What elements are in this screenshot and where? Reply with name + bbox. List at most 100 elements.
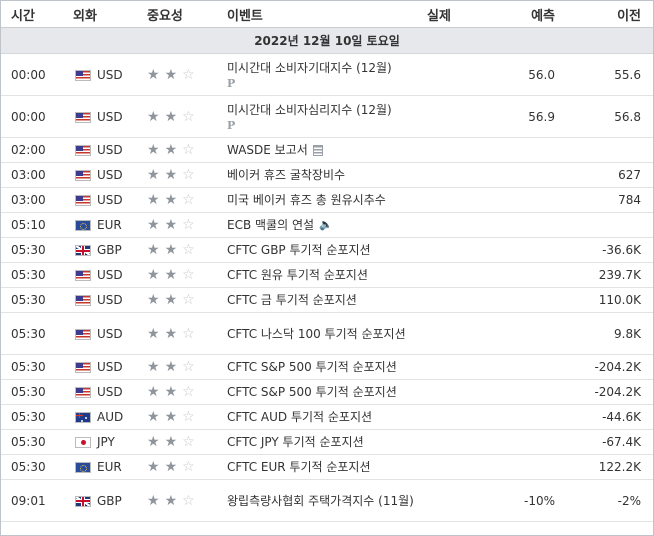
event-link[interactable]: WASDE 보고서	[227, 143, 308, 157]
event-time: 05:10	[1, 212, 67, 238]
event-name[interactable]: CFTC 금 투기적 순포지션	[221, 287, 427, 313]
event-link[interactable]: CFTC 나스닥 100 투기적 순포지션	[227, 327, 406, 341]
event-name[interactable]: CFTC 나스닥 100 투기적 순포지션	[221, 312, 427, 355]
flag-au-icon	[75, 412, 91, 423]
previous-value: 110.0K	[563, 287, 653, 313]
currency-code: USD	[97, 360, 123, 374]
table-row[interactable]: 05:30 EUR ★ ★ ☆ CFTC EUR 투기적 순포지션 122.2K	[1, 454, 653, 480]
currency-code: USD	[97, 143, 123, 157]
header-row: 시간 외화 중요성 이벤트 실제 예측 이전	[1, 1, 653, 28]
previous-value: -67.4K	[563, 429, 653, 455]
flag-us-icon	[75, 145, 91, 156]
event-link[interactable]: CFTC S&P 500 투기적 순포지션	[227, 360, 397, 374]
header-forecast[interactable]: 예측	[487, 1, 563, 28]
event-link[interactable]: CFTC 금 투기적 순포지션	[227, 293, 357, 307]
event-link[interactable]: 미시간대 소비자기대지수 (12월)	[227, 61, 392, 75]
table-row[interactable]: 05:30 USD ★ ★ ☆ CFTC 금 투기적 순포지션 110.0K	[1, 287, 653, 313]
event-name[interactable]: CFTC AUD 투기적 순포지션	[221, 404, 427, 430]
currency-cell: USD	[67, 137, 133, 163]
forecast-value	[487, 379, 563, 405]
event-name[interactable]: 왕립측량사협회 주택가격지수 (11월)	[221, 479, 427, 522]
event-time: 05:30	[1, 429, 67, 455]
event-name[interactable]: CFTC S&P 500 투기적 순포지션	[221, 354, 427, 380]
event-link[interactable]: CFTC JPY 투기적 순포지션	[227, 435, 364, 449]
event-link[interactable]: 미시간대 소비자심리지수 (12월)	[227, 103, 392, 117]
header-event[interactable]: 이벤트	[221, 1, 427, 28]
star-filled-icon: ★	[147, 384, 160, 400]
forecast-value: 56.9	[487, 95, 563, 138]
table-row[interactable]: 05:10 EUR ★ ★ ☆ ECB 맥쿨의 연설 🔈	[1, 212, 653, 238]
event-name[interactable]: 베이커 휴즈 굴착장비수	[221, 162, 427, 188]
event-link[interactable]: ECB 맥쿨의 연설	[227, 218, 314, 232]
header-time[interactable]: 시간	[1, 1, 67, 28]
header-importance[interactable]: 중요성	[133, 1, 221, 28]
star-filled-icon: ★	[164, 325, 178, 342]
currency-cell: JPY	[67, 429, 133, 455]
event-name[interactable]: CFTC JPY 투기적 순포지션	[221, 429, 427, 455]
event-name[interactable]: CFTC EUR 투기적 순포지션	[221, 454, 427, 480]
table-row[interactable]: 03:00 USD ★ ★ ☆ 베이커 휴즈 굴착장비수 627	[1, 162, 653, 188]
event-time: 05:30	[1, 237, 67, 263]
table-row[interactable]: 00:00 USD ★ ★ ☆ 미시간대 소비자기대지수 (12월) P 56.0 55.6	[1, 53, 653, 96]
event-name[interactable]: CFTC GBP 투기적 순포지션	[221, 237, 427, 263]
header-actual[interactable]: 실제	[427, 1, 487, 28]
event-name[interactable]: 미국 베이커 휴즈 총 원유시추수	[221, 187, 427, 213]
star-filled-icon: ★	[147, 66, 160, 83]
event-time: 05:30	[1, 262, 67, 288]
table-row[interactable]: 05:30 USD ★ ★ ☆ CFTC 나스닥 100 투기적 순포지션 9.8K	[1, 312, 653, 355]
event-name[interactable]: WASDE 보고서	[221, 137, 427, 163]
actual-value	[427, 354, 487, 380]
star-filled-icon: ★	[147, 434, 160, 450]
star-filled-icon: ★	[147, 409, 160, 425]
table-row[interactable]: 05:30 JPY ★ ★ ☆ CFTC JPY 투기적 순포지션 -67.4K	[1, 429, 653, 455]
event-time: 05:30	[1, 312, 67, 355]
actual-value	[427, 379, 487, 405]
event-name[interactable]: CFTC S&P 500 투기적 순포지션	[221, 379, 427, 405]
preliminary-icon: P	[227, 119, 236, 132]
header-previous[interactable]: 이전	[563, 1, 653, 28]
table-row[interactable]: 05:30 GBP ★ ★ ☆ CFTC GBP 투기적 순포지션 -36.6K	[1, 237, 653, 263]
star-empty-icon: ☆	[182, 242, 195, 258]
preliminary-icon: P	[227, 77, 236, 90]
star-filled-icon: ★	[164, 459, 178, 475]
table-row[interactable]: 05:30 AUD ★ ★ ☆ CFTC AUD 투기적 순포지션 -44.6K	[1, 404, 653, 430]
event-link[interactable]: CFTC GBP 투기적 순포지션	[227, 243, 371, 257]
event-name[interactable]: CFTC 원유 투기적 순포지션	[221, 262, 427, 288]
event-name[interactable]: 미시간대 소비자심리지수 (12월) P	[221, 95, 427, 138]
star-filled-icon: ★	[147, 459, 160, 475]
table-row[interactable]: 05:30 USD ★ ★ ☆ CFTC 원유 투기적 순포지션 239.7K	[1, 262, 653, 288]
event-link[interactable]: CFTC 원유 투기적 순포지션	[227, 268, 368, 282]
forecast-value	[487, 354, 563, 380]
table-row[interactable]: 03:00 USD ★ ★ ☆ 미국 베이커 휴즈 총 원유시추수 784	[1, 187, 653, 213]
header-currency[interactable]: 외화	[67, 1, 133, 28]
forecast-value	[487, 237, 563, 263]
event-link[interactable]: CFTC AUD 투기적 순포지션	[227, 410, 372, 424]
event-link[interactable]: CFTC EUR 투기적 순포지션	[227, 460, 371, 474]
star-empty-icon: ☆	[182, 217, 195, 233]
event-link[interactable]: 베이커 휴즈 굴착장비수	[227, 168, 345, 182]
calendar-table: 시간 외화 중요성 이벤트 실제 예측 이전 2022년 12월 10일 토요일…	[1, 1, 653, 522]
currency-code: USD	[97, 293, 123, 307]
event-name[interactable]: 미시간대 소비자기대지수 (12월) P	[221, 53, 427, 96]
table-row[interactable]: 05:30 USD ★ ★ ☆ CFTC S&P 500 투기적 순포지션 -204.2K	[1, 354, 653, 380]
currency-code: USD	[97, 385, 123, 399]
star-empty-icon: ☆	[182, 66, 195, 83]
currency-code: GBP	[97, 243, 122, 257]
event-time: 05:30	[1, 454, 67, 480]
event-link[interactable]: 왕립측량사협회 주택가격지수 (11월)	[227, 494, 414, 508]
table-row[interactable]: 00:00 USD ★ ★ ☆ 미시간대 소비자심리지수 (12월) P 56.9 56.8	[1, 95, 653, 138]
importance-stars: ★ ★ ☆	[133, 53, 221, 96]
currency-code: EUR	[97, 218, 122, 232]
event-time: 00:00	[1, 95, 67, 138]
event-link[interactable]: CFTC S&P 500 투기적 순포지션	[227, 385, 397, 399]
event-link[interactable]: 미국 베이커 휴즈 총 원유시추수	[227, 193, 386, 207]
actual-value	[427, 262, 487, 288]
previous-value: 627	[563, 162, 653, 188]
star-filled-icon: ★	[147, 108, 160, 125]
table-row[interactable]: 09:01 GBP ★ ★ ☆ 왕립측량사협회 주택가격지수 (11월) -10% -2%	[1, 479, 653, 522]
table-row[interactable]: 02:00 USD ★ ★ ☆ WASDE 보고서	[1, 137, 653, 163]
event-name[interactable]: ECB 맥쿨의 연설 🔈	[221, 212, 427, 238]
table-row[interactable]: 05:30 USD ★ ★ ☆ CFTC S&P 500 투기적 순포지션 -204.2K	[1, 379, 653, 405]
star-filled-icon: ★	[164, 267, 178, 283]
currency-cell: AUD	[67, 404, 133, 430]
